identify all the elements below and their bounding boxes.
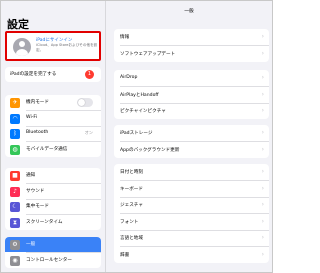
- notifications-icon: ■: [10, 171, 20, 181]
- avatar-icon: [13, 38, 31, 56]
- sidebar-item-bluetooth[interactable]: ᛒ Bluetooth オン: [5, 126, 101, 141]
- general-group: ⚙ 一般 ◉ コントロールセンター: [5, 237, 101, 268]
- chevron-right-icon: ›: [261, 90, 264, 98]
- sidebar-item-label: 機内モード: [26, 100, 49, 105]
- sidebar-item-screen-time[interactable]: ⧗ スクリーンタイム: [5, 215, 101, 230]
- sidebar-title: 設定: [7, 18, 29, 31]
- airplane-mode-toggle[interactable]: [77, 98, 93, 107]
- sidebar-item-sound[interactable]: ♪ サウンド: [5, 184, 101, 199]
- sidebar-item-label: モバイルデータ通信: [26, 146, 68, 152]
- settings-row-label: 辞書: [120, 252, 130, 258]
- sidebar-item-label: Bluetooth: [26, 130, 49, 136]
- settings-row-label: キーボード: [120, 186, 143, 192]
- chevron-right-icon: ›: [261, 129, 264, 136]
- sidebar-item-focus-moon[interactable]: ☾ 集中モード: [5, 199, 101, 214]
- settings-row[interactable]: AirDrop ›: [114, 70, 269, 86]
- chevron-right-icon: ›: [261, 107, 264, 115]
- settings-row[interactable]: ソフトウェアアップデート ›: [114, 46, 269, 62]
- chevron-right-icon: ›: [261, 33, 264, 40]
- connectivity-group: ✈ 機内モード ◠ Wi-Fi ᛒ Bluetooth オン ◍ モバイルデータ通信: [5, 95, 101, 157]
- gear-icon: ⚙: [10, 240, 20, 250]
- notification-badge: 1: [85, 70, 94, 79]
- settings-row[interactable]: ジェスチャ ›: [114, 197, 269, 213]
- sidebar-item-wifi[interactable]: ◠ Wi-Fi: [5, 111, 101, 126]
- settings-row-label: 日付と時刻: [120, 170, 143, 175]
- finish-setup-label: iPadの設定を完了する: [10, 72, 57, 77]
- sidebar-item-gear[interactable]: ⚙ 一般: [5, 237, 101, 252]
- cellular-icon: ◍: [10, 144, 20, 155]
- finish-setup-card[interactable]: iPadの設定を完了する 1: [5, 67, 101, 82]
- signin-card[interactable]: iPadにサインイン iCloud、App Storeおよびその他を設定。: [5, 31, 101, 61]
- sidebar: 設定 iPadにサインイン iCloud、App Storeおよびその他を設定。…: [1, 1, 106, 272]
- settings-row-label: 情報: [120, 35, 130, 40]
- sidebar-item-control-center[interactable]: ◉ コントロールセンター: [5, 253, 101, 268]
- settings-row[interactable]: キーボード ›: [114, 181, 269, 197]
- settings-row-label: ジェスチャ: [120, 203, 143, 209]
- settings-row[interactable]: 辞書 ›: [114, 247, 269, 263]
- focus-moon-icon: ☾: [10, 202, 20, 213]
- settings-row[interactable]: フォント ›: [114, 214, 269, 230]
- settings-row-label: AirPlayとHandoff: [120, 92, 159, 98]
- sidebar-item-label: Wi-Fi: [26, 114, 37, 120]
- chevron-right-icon: ›: [261, 234, 264, 242]
- settings-row[interactable]: ピクチャインピクチャ ›: [114, 103, 269, 119]
- chevron-right-icon: ›: [261, 250, 264, 258]
- detail-pane: 一般 情報 › ソフトウェアアップデート › AirDrop › AirPlayとHand…: [106, 1, 272, 272]
- sidebar-item-cellular[interactable]: ◍ モバイルデータ通信: [5, 142, 101, 157]
- notifications-group: ■ 通知 ♪ サウンド ☾ 集中モード ⧗ スクリーンタイム: [5, 168, 101, 230]
- chevron-right-icon: ›: [261, 74, 264, 81]
- settings-row-label: ピクチャインピクチャ: [120, 109, 166, 115]
- control-center-icon: ◉: [10, 255, 20, 266]
- sidebar-item-label: 集中モード: [26, 204, 49, 210]
- settings-row-label: Appのバックグラウンド更新: [120, 147, 180, 153]
- sidebar-item-value: オン: [84, 130, 93, 136]
- settings-row[interactable]: 言語と地域 ›: [114, 230, 269, 246]
- detail-group-about: 情報 › ソフトウェアアップデート ›: [114, 29, 269, 62]
- detail-group-airdrop: AirDrop › AirPlayとHandoff › ピクチャインピクチャ ›: [114, 70, 269, 120]
- settings-row[interactable]: Appのバックグラウンド更新 ›: [114, 142, 269, 158]
- detail-group-locale: 日付と時刻 › キーボード › ジェスチャ › フォント › 言語と地域 › 辞書 ›: [114, 164, 269, 263]
- settings-row[interactable]: 情報 ›: [114, 29, 269, 45]
- sidebar-item-label: コントロールセンター: [26, 257, 72, 263]
- detail-title: 一般: [184, 9, 194, 14]
- settings-row-label: フォント: [120, 219, 139, 225]
- chevron-right-icon: ›: [261, 145, 264, 153]
- settings-window: 設定 iPadにサインイン iCloud、App Storeおよびその他を設定。…: [0, 0, 273, 273]
- sidebar-item-label: 通知: [26, 173, 36, 178]
- sidebar-item-airplane[interactable]: ✈ 機内モード: [5, 95, 101, 110]
- finish-setup-row[interactable]: iPadの設定を完了する 1: [5, 67, 101, 82]
- wifi-icon: ◠: [10, 113, 20, 124]
- settings-row[interactable]: AirPlayとHandoff ›: [114, 87, 269, 103]
- airplane-icon: ✈: [10, 98, 20, 108]
- chevron-right-icon: ›: [261, 168, 264, 175]
- bluetooth-icon: ᛒ: [10, 129, 20, 140]
- settings-row[interactable]: iPadストレージ ›: [114, 125, 269, 141]
- settings-row-label: AirDrop: [120, 75, 138, 80]
- signin-subtitle: iCloud、App Storeおよびその他を設定。: [36, 43, 98, 52]
- chevron-right-icon: ›: [261, 49, 264, 57]
- detail-group-storage: iPadストレージ › Appのバックグラウンド更新 ›: [114, 125, 269, 158]
- sidebar-item-label: スクリーンタイム: [26, 219, 63, 225]
- sidebar-item-label: 一般: [26, 242, 36, 247]
- settings-row[interactable]: 日付と時刻 ›: [114, 164, 269, 180]
- sound-icon: ♪: [10, 186, 20, 197]
- chevron-right-icon: ›: [261, 184, 264, 192]
- sidebar-item-label: サウンド: [26, 188, 45, 194]
- settings-row-label: 言語と地域: [120, 236, 143, 242]
- settings-row-label: iPadストレージ: [120, 131, 153, 136]
- chevron-right-icon: ›: [261, 217, 264, 225]
- chevron-right-icon: ›: [261, 201, 264, 209]
- sidebar-item-notifications[interactable]: ■ 通知: [5, 168, 101, 183]
- screen-time-icon: ⧗: [10, 217, 20, 228]
- settings-row-label: ソフトウェアアップデート: [120, 51, 176, 57]
